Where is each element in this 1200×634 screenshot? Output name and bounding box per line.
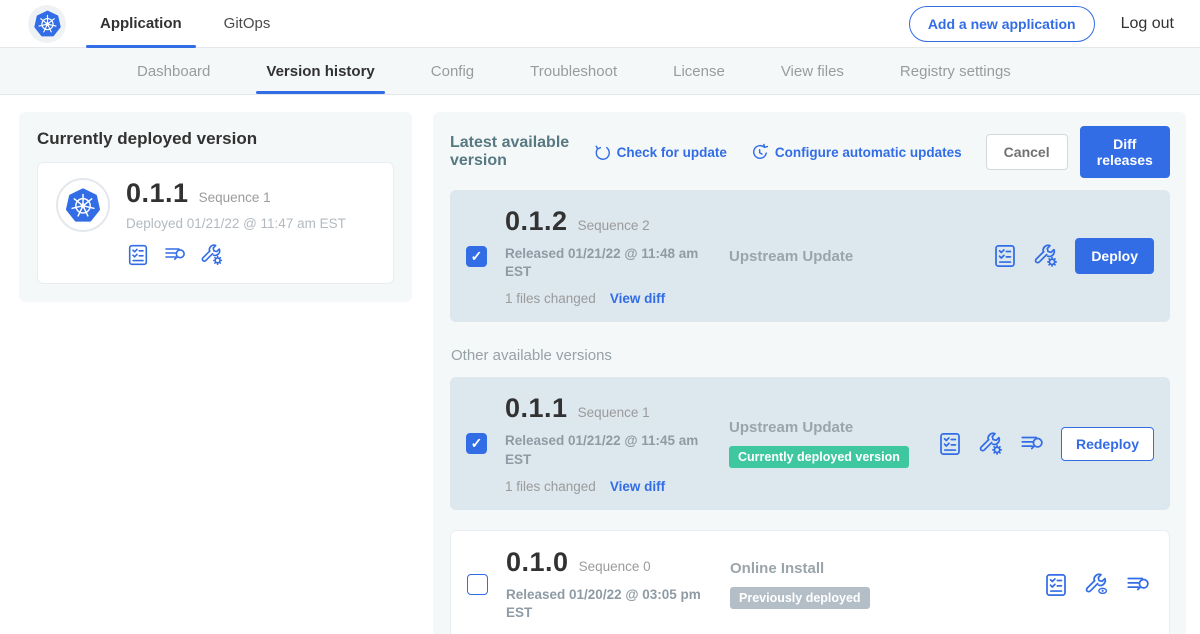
view-diff-link[interactable]: View diff bbox=[610, 479, 665, 494]
preflight-checklist-icon[interactable] bbox=[1043, 572, 1069, 598]
version-actions-icons bbox=[992, 243, 1059, 269]
currently-deployed-panel: Currently deployed version 0.1.1 Sequenc… bbox=[19, 112, 412, 302]
source-label: Online Install bbox=[730, 560, 824, 577]
redeploy-button[interactable]: Redeploy bbox=[1061, 427, 1154, 461]
released-timestamp: Released 01/21/22 @ 11:48 am EST bbox=[505, 245, 700, 281]
clock-refresh-icon bbox=[751, 143, 769, 161]
deployed-version-card: 0.1.1 Sequence 1 Deployed 01/21/22 @ 11:… bbox=[37, 162, 394, 284]
main-content: Currently deployed version 0.1.1 Sequenc… bbox=[0, 95, 1200, 634]
previously-deployed-badge: Previously deployed bbox=[730, 587, 870, 609]
preflight-checklist-icon[interactable] bbox=[126, 243, 150, 267]
tab-view-files[interactable]: View files bbox=[781, 48, 844, 94]
version-sequence: Sequence 1 bbox=[578, 405, 650, 420]
view-diff-link[interactable]: View diff bbox=[610, 291, 665, 306]
configure-auto-updates-label: Configure automatic updates bbox=[775, 145, 962, 160]
add-application-button[interactable]: Add a new application bbox=[909, 6, 1095, 42]
available-versions-header: Latest available version Check for updat… bbox=[450, 126, 1170, 178]
cancel-button[interactable]: Cancel bbox=[986, 134, 1068, 170]
tab-troubleshoot[interactable]: Troubleshoot bbox=[530, 48, 617, 94]
currently-deployed-badge: Currently deployed version bbox=[729, 446, 909, 468]
version-number: 0.1.2 bbox=[505, 206, 568, 237]
config-wrench-gear-icon[interactable] bbox=[200, 243, 224, 267]
source-label: Upstream Update bbox=[729, 419, 853, 436]
version-row-0-1-2: 0.1.2 Sequence 2 Released 01/21/22 @ 11:… bbox=[450, 190, 1170, 322]
release-notes-search-icon[interactable] bbox=[1125, 572, 1151, 598]
release-notes-search-icon[interactable] bbox=[1019, 431, 1045, 457]
version-checkbox[interactable] bbox=[466, 246, 487, 267]
logout-button[interactable]: Log out bbox=[1121, 15, 1174, 33]
files-changed-text: 1 files changed bbox=[505, 291, 596, 306]
deploy-button[interactable]: Deploy bbox=[1075, 238, 1154, 274]
available-versions-panel: Latest available version Check for updat… bbox=[433, 112, 1186, 634]
config-wrench-gear-icon[interactable] bbox=[1033, 243, 1059, 269]
version-info: 0.1.2 Sequence 2 Released 01/21/22 @ 11:… bbox=[505, 206, 707, 306]
version-source: Upstream Update Currently deployed versi… bbox=[729, 419, 909, 468]
nav-tab-gitops[interactable]: GitOps bbox=[224, 0, 271, 48]
version-source: Online Install Previously deployed bbox=[730, 560, 870, 609]
version-row-0-1-1: 0.1.1 Sequence 1 Released 01/21/22 @ 11:… bbox=[450, 377, 1170, 509]
nav-tab-label: GitOps bbox=[224, 15, 271, 32]
nav-tab-label: Application bbox=[100, 15, 182, 32]
other-versions-title: Other available versions bbox=[451, 347, 1170, 364]
tab-config[interactable]: Config bbox=[431, 48, 474, 94]
release-notes-search-icon[interactable] bbox=[163, 243, 187, 267]
currently-deployed-title: Currently deployed version bbox=[37, 129, 394, 149]
app-sub-nav: Dashboard Version history Config Trouble… bbox=[0, 48, 1200, 95]
version-actions-icons bbox=[1043, 572, 1151, 598]
config-wrench-eye-icon[interactable] bbox=[1084, 572, 1110, 598]
tab-dashboard[interactable]: Dashboard bbox=[137, 48, 210, 94]
version-number: 0.1.1 bbox=[505, 393, 568, 424]
tab-registry-settings[interactable]: Registry settings bbox=[900, 48, 1011, 94]
deployed-version-info: 0.1.1 Sequence 1 Deployed 01/21/22 @ 11:… bbox=[126, 178, 346, 267]
released-timestamp: Released 01/21/22 @ 11:45 am EST bbox=[505, 432, 700, 468]
files-changed-text: 1 files changed bbox=[505, 479, 596, 494]
released-timestamp: Released 01/20/22 @ 03:05 pm EST bbox=[506, 586, 701, 622]
deployed-version-number: 0.1.1 bbox=[126, 178, 189, 209]
diff-releases-button[interactable]: Diff releases bbox=[1080, 126, 1170, 178]
tab-license[interactable]: License bbox=[673, 48, 725, 94]
preflight-checklist-icon[interactable] bbox=[937, 431, 963, 457]
check-for-update-label: Check for update bbox=[617, 145, 727, 160]
version-sequence: Sequence 2 bbox=[578, 218, 650, 233]
tab-version-history[interactable]: Version history bbox=[266, 48, 374, 94]
version-number: 0.1.0 bbox=[506, 547, 569, 578]
version-checkbox[interactable] bbox=[467, 574, 488, 595]
version-source: Upstream Update bbox=[729, 248, 853, 265]
version-sequence: Sequence 0 bbox=[579, 559, 651, 574]
source-label: Upstream Update bbox=[729, 248, 853, 265]
version-actions-icons bbox=[937, 431, 1045, 457]
kubernetes-logo[interactable] bbox=[28, 5, 66, 43]
deployed-timestamp: Deployed 01/21/22 @ 11:47 am EST bbox=[126, 216, 346, 231]
version-info: 0.1.1 Sequence 1 Released 01/21/22 @ 11:… bbox=[505, 393, 707, 493]
configure-auto-updates-link[interactable]: Configure automatic updates bbox=[751, 143, 962, 161]
refresh-icon bbox=[593, 143, 611, 161]
version-checkbox[interactable] bbox=[466, 433, 487, 454]
app-icon bbox=[56, 178, 110, 232]
deployed-sequence: Sequence 1 bbox=[199, 190, 271, 205]
nav-tab-application[interactable]: Application bbox=[100, 0, 182, 48]
config-wrench-gear-icon[interactable] bbox=[978, 431, 1004, 457]
latest-available-title: Latest available version bbox=[450, 134, 577, 170]
top-nav: Application GitOps Add a new application… bbox=[0, 0, 1200, 48]
preflight-checklist-icon[interactable] bbox=[992, 243, 1018, 269]
version-info: 0.1.0 Sequence 0 Released 01/20/22 @ 03:… bbox=[506, 547, 708, 622]
version-row-0-1-0: 0.1.0 Sequence 0 Released 01/20/22 @ 03:… bbox=[450, 530, 1170, 634]
check-for-update-link[interactable]: Check for update bbox=[593, 143, 727, 161]
